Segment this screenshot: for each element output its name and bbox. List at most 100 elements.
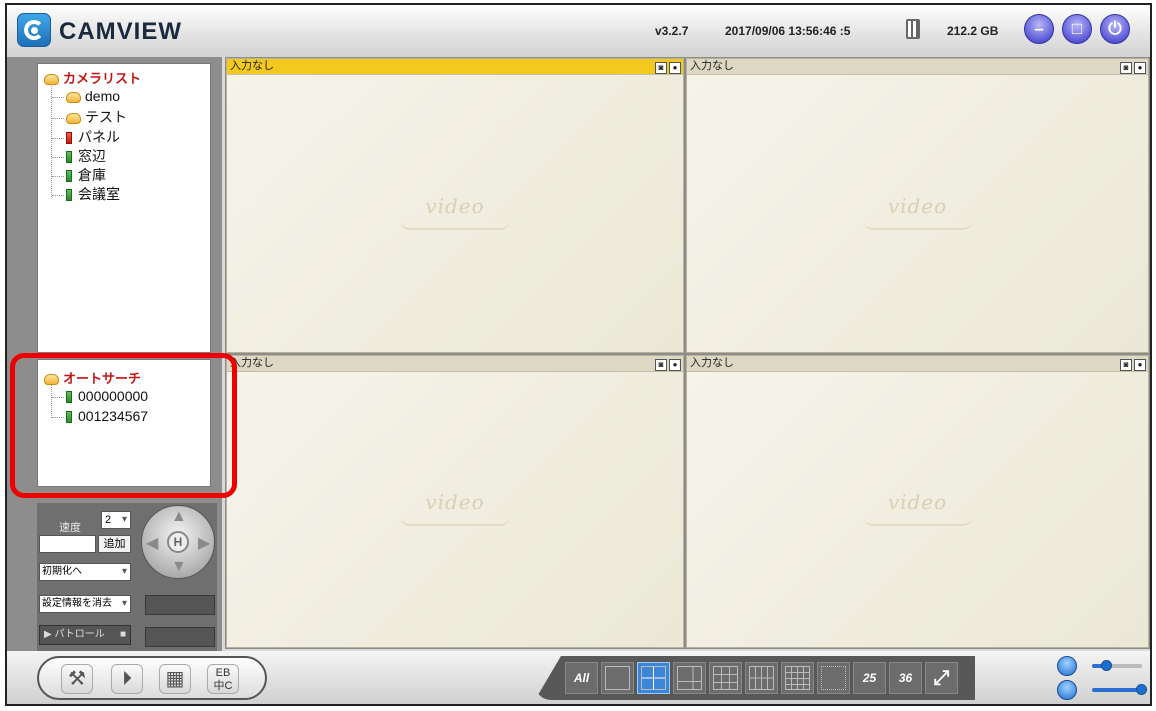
disabled-button	[145, 595, 215, 615]
language-label-top: EB	[215, 667, 231, 679]
preset-name-input[interactable]	[39, 535, 96, 553]
video-watermark: video	[687, 490, 1148, 526]
record-icon[interactable]: ●	[669, 359, 681, 371]
snapshot-icon[interactable]: ◙	[655, 359, 667, 371]
power-button[interactable]: ⏻	[1100, 14, 1130, 44]
version-label: v3.2.7	[655, 24, 689, 38]
fullscreen-icon: ⤢	[933, 667, 950, 689]
snapshot-icon[interactable]: ◙	[1120, 359, 1132, 371]
pan-right-icon[interactable]: ▶	[198, 533, 210, 553]
layout-4-button[interactable]	[637, 662, 670, 694]
tools-icon: ⚒	[68, 668, 86, 690]
tree-item-demo[interactable]: demo	[52, 88, 120, 108]
header-bar: CAMVIEW v3.2.7 2017/09/06 13:56:46 :5 21…	[7, 5, 1150, 57]
layout-all-button[interactable]: All	[565, 662, 598, 694]
restore-button[interactable]: □	[1062, 14, 1092, 44]
pane-status-label: 入力なし	[230, 60, 274, 72]
tree-item-label: demo	[85, 88, 121, 104]
preset-select[interactable]: 初期化へ	[39, 563, 131, 581]
pane-status-bar: 入力なし ◙ ●	[687, 356, 1148, 372]
power-icon: ⏻	[1108, 19, 1122, 38]
sixteen-view-icon	[785, 666, 810, 690]
video-pane[interactable]: 入力なし ◙ ● video	[686, 58, 1149, 353]
six-view-icon	[677, 666, 702, 690]
minimize-icon: –	[1034, 19, 1044, 38]
layout-25-button[interactable]: 25	[853, 662, 886, 694]
tree-item-label: 倉庫	[78, 167, 106, 183]
camview-logo-icon	[17, 13, 51, 47]
storage-icon	[906, 19, 920, 39]
record-icon[interactable]: ●	[1134, 62, 1146, 74]
patrol-label: パトロール	[54, 629, 105, 640]
calendar-clock-icon: ▦	[165, 668, 185, 690]
folder-icon	[66, 91, 81, 103]
camera-list-root[interactable]: カメラリスト	[44, 68, 141, 88]
bottom-toolbar: ⚒ ⏵ ▦ EB 中C All 25 36 ⤢	[7, 651, 1150, 704]
tree-item-test[interactable]: テスト	[52, 107, 127, 127]
speaker-volume-slider[interactable]	[1092, 684, 1147, 695]
minimize-button[interactable]: –	[1024, 14, 1054, 44]
camera-list-tree[interactable]: カメラリスト demo テスト パネル 窓辺 倉庫 会議室	[37, 63, 211, 353]
patrol-button[interactable]: ▶ パトロール ■	[39, 625, 131, 645]
folder-icon	[66, 112, 81, 124]
pan-left-icon[interactable]: ◀	[146, 533, 158, 553]
snapshot-icon[interactable]: ◙	[655, 62, 667, 74]
tree-item-label: テスト	[85, 109, 127, 125]
layout-36-button[interactable]: 36	[889, 662, 922, 694]
ptz-direction-pad[interactable]: ▲ ▼ ◀ ▶ H	[141, 505, 215, 579]
layout-1-button[interactable]	[601, 662, 634, 694]
disabled-button	[145, 627, 215, 647]
app-title: CAMVIEW	[59, 18, 182, 45]
record-icon[interactable]: ●	[669, 62, 681, 74]
tree-item-warehouse[interactable]: 倉庫	[52, 165, 106, 185]
record-icon[interactable]: ●	[1134, 359, 1146, 371]
video-pane[interactable]: 入力なし ◙ ● video	[226, 58, 684, 353]
speaker-icon[interactable]	[1057, 680, 1077, 700]
stop-icon: ■	[119, 629, 126, 640]
video-pane[interactable]: 入力なし ◙ ● video	[226, 355, 684, 648]
camera-offline-icon	[66, 132, 72, 145]
camera-icon	[66, 170, 72, 183]
disk-free-label: 212.2 GB	[947, 24, 999, 38]
layout-13-button[interactable]	[817, 662, 850, 694]
language-button[interactable]: EB 中C	[207, 664, 239, 694]
add-preset-button[interactable]: 追加	[98, 535, 131, 553]
layout-9-button[interactable]	[709, 662, 742, 694]
snapshot-icon[interactable]: ◙	[1120, 62, 1132, 74]
tree-item-panel[interactable]: パネル	[52, 127, 120, 147]
ptz-home-button[interactable]: H	[167, 531, 189, 553]
camview-window: CAMVIEW v3.2.7 2017/09/06 13:56:46 :5 21…	[5, 3, 1152, 706]
layout-10-button[interactable]	[745, 662, 778, 694]
speed-label: 速度	[59, 522, 81, 534]
pane-status-label: 入力なし	[690, 60, 734, 72]
tree-item-meeting-room[interactable]: 会議室	[52, 184, 120, 204]
tree-item-label: パネル	[78, 129, 120, 145]
nine-view-icon	[713, 666, 738, 690]
speed-select[interactable]: 2	[101, 511, 131, 529]
mic-volume-slider[interactable]	[1092, 660, 1142, 671]
language-label-bottom: 中C	[213, 680, 233, 692]
thirteen-view-icon	[821, 666, 846, 690]
settings-button[interactable]: ⚒	[61, 664, 93, 694]
pan-down-icon[interactable]: ▼	[171, 558, 187, 576]
pane-status-bar: 入力なし ◙ ●	[687, 59, 1148, 75]
playback-icon: ⏵	[122, 668, 132, 690]
layout-6-button[interactable]	[673, 662, 706, 694]
auto-search-highlight	[10, 353, 237, 498]
video-pane[interactable]: 入力なし ◙ ● video	[686, 355, 1149, 648]
tree-item-label: 窓辺	[78, 148, 106, 164]
slider-knob[interactable]	[1136, 684, 1147, 695]
pan-up-icon[interactable]: ▲	[171, 508, 187, 526]
ten-view-icon	[749, 666, 774, 690]
fullscreen-button[interactable]: ⤢	[925, 662, 958, 694]
layout-16-button[interactable]	[781, 662, 814, 694]
schedule-button[interactable]: ▦	[159, 664, 191, 694]
video-grid: 入力なし ◙ ● video 入力なし ◙ ● video 入力なし ◙ ● video 入…	[225, 57, 1150, 649]
tree-item-window[interactable]: 窓辺	[52, 146, 106, 166]
video-watermark: video	[227, 490, 683, 526]
microphone-icon[interactable]	[1057, 656, 1077, 676]
clear-settings-select[interactable]: 設定情報を消去	[39, 595, 131, 613]
slider-knob[interactable]	[1101, 660, 1112, 671]
playback-button[interactable]: ⏵	[111, 664, 143, 694]
restore-icon: □	[1071, 19, 1083, 38]
